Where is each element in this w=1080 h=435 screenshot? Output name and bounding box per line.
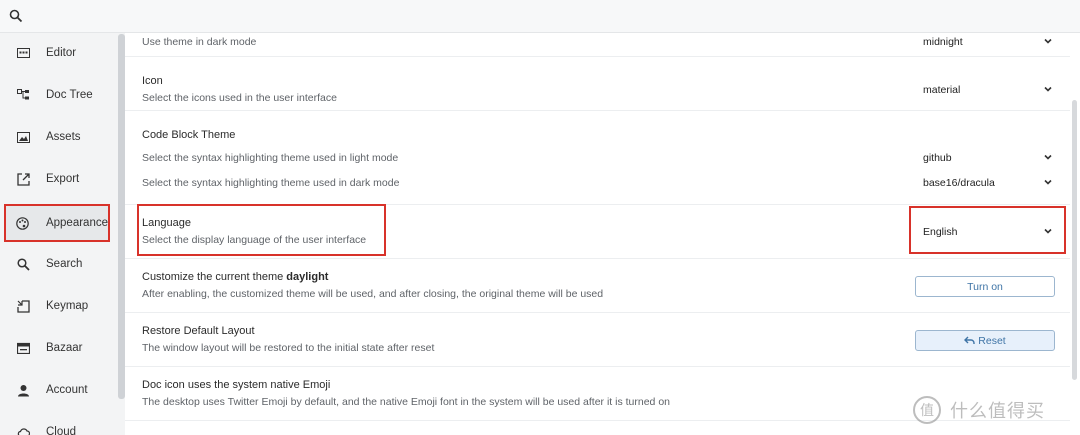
turn-on-button[interactable]: Turn on: [915, 276, 1055, 297]
settings-content: Use theme in dark mode midnight Icon Sel…: [125, 33, 1080, 435]
sidebar-item-label: Cloud: [46, 426, 77, 435]
setting-desc: Use theme in dark mode: [142, 36, 257, 48]
select-value: material: [923, 84, 961, 96]
editor-icon: [16, 46, 30, 60]
search-icon[interactable]: [9, 9, 23, 23]
setting-restore-layout: Restore Default Layout The window layout…: [125, 313, 1070, 367]
button-label: Reset: [978, 334, 1006, 347]
watermark-text: 什么值得买: [950, 401, 1045, 421]
chevron-down-icon: [1044, 38, 1052, 44]
setting-dark-theme: Use theme in dark mode midnight: [125, 33, 1070, 57]
setting-code-block-theme: Code Block Theme Select the syntax highl…: [125, 111, 1070, 205]
sidebar-item-cloud[interactable]: Cloud: [10, 417, 110, 435]
sidebar-item-assets[interactable]: Assets: [10, 122, 110, 152]
setting-desc: Select the syntax highlighting theme use…: [142, 177, 400, 189]
sidebar-item-editor[interactable]: Editor: [10, 38, 110, 68]
undo-icon: [964, 336, 975, 344]
doc-tree-icon: [16, 88, 30, 102]
palette-icon: [16, 216, 30, 230]
image-icon: [16, 130, 30, 144]
cloud-icon: [16, 425, 30, 435]
sidebar-item-label: Keymap: [46, 300, 89, 312]
sidebar-item-keymap[interactable]: Keymap: [10, 291, 110, 321]
sidebar-item-label: Bazaar: [46, 342, 83, 354]
setting-icon: Icon Select the icons used in the user i…: [125, 57, 1070, 111]
icon-select[interactable]: material: [915, 79, 1055, 101]
setting-label: Code Block Theme: [142, 129, 236, 141]
setting-label: Customize the current theme daylight: [142, 271, 328, 283]
setting-language: Language Select the display language of …: [125, 205, 1070, 259]
setting-desc: The desktop uses Twitter Emoji by defaul…: [142, 396, 670, 408]
chevron-down-icon: [1044, 154, 1052, 160]
chevron-down-icon: [1044, 179, 1052, 185]
setting-desc: After enabling, the customized theme wil…: [142, 288, 604, 300]
user-icon: [16, 383, 30, 397]
chevron-down-icon: [1044, 228, 1052, 234]
sidebar-item-label: Account: [46, 384, 88, 396]
svg-text:值: 值: [920, 403, 934, 419]
setting-desc: Select the icons used in the user interf…: [142, 92, 337, 104]
theme-name: daylight: [286, 271, 329, 283]
sidebar-item-export[interactable]: Export: [10, 164, 110, 194]
sidebar-item-label: Assets: [46, 131, 81, 143]
search-icon: [16, 257, 30, 271]
sidebar-item-label: Search: [46, 258, 83, 270]
sidebar-scrollbar[interactable]: [118, 34, 125, 399]
select-value: English: [923, 226, 958, 238]
reset-button[interactable]: Reset: [915, 330, 1055, 351]
watermark: 值 什么值得买: [912, 393, 1077, 427]
dark-theme-select[interactable]: midnight: [915, 31, 1055, 53]
code-light-theme-select[interactable]: github: [915, 147, 1055, 169]
sidebar-item-bazaar[interactable]: Bazaar: [10, 333, 110, 363]
setting-label: Doc icon uses the system native Emoji: [142, 379, 331, 391]
setting-label: Restore Default Layout: [142, 325, 255, 337]
store-icon: [16, 341, 30, 355]
export-icon: [16, 172, 30, 186]
setting-desc: The window layout will be restored to th…: [142, 342, 435, 354]
sidebar-item-account[interactable]: Account: [10, 375, 110, 405]
setting-label: Icon: [142, 75, 163, 87]
setting-desc: Select the display language of the user …: [142, 234, 367, 246]
sidebar-item-appearance[interactable]: Appearance: [4, 204, 110, 242]
setting-label: Language: [142, 217, 191, 229]
content-scrollbar[interactable]: [1072, 100, 1077, 380]
select-value: github: [923, 152, 952, 164]
code-dark-theme-select[interactable]: base16/dracula: [915, 172, 1055, 194]
language-select[interactable]: English: [915, 221, 1055, 243]
sidebar-item-label: Doc Tree: [46, 89, 93, 101]
setting-desc: Select the syntax highlighting theme use…: [142, 152, 399, 164]
watermark-logo-icon: 值: [913, 396, 941, 424]
sidebar-item-label: Export: [46, 173, 80, 185]
chevron-down-icon: [1044, 86, 1052, 92]
setting-customize-theme: Customize the current theme daylight Aft…: [125, 259, 1070, 313]
sidebar-item-label: Appearance: [45, 217, 108, 229]
label-text: Customize the current theme: [142, 271, 287, 283]
sidebar-item-label: Editor: [46, 47, 77, 59]
select-value: midnight: [923, 36, 963, 48]
select-value: base16/dracula: [923, 177, 995, 189]
sidebar-item-search[interactable]: Search: [10, 249, 110, 279]
top-bar: [0, 0, 1080, 33]
keyboard-icon: [16, 299, 30, 313]
sidebar-item-doc-tree[interactable]: Doc Tree: [10, 80, 110, 110]
